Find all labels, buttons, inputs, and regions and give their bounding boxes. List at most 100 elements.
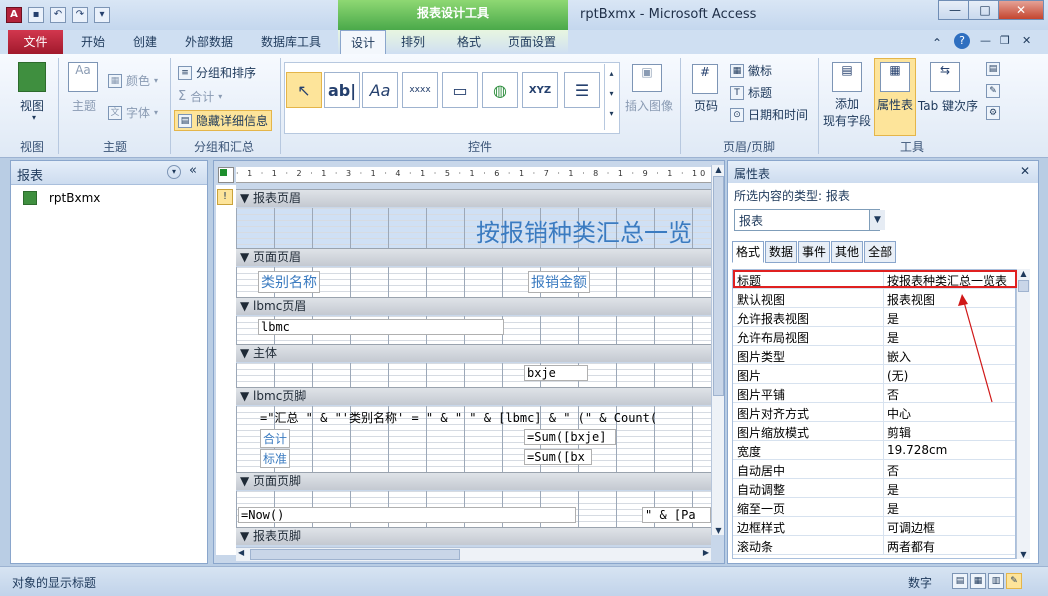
- report-selector[interactable]: [218, 167, 234, 183]
- collapse-ribbon-icon[interactable]: ⌃: [932, 36, 942, 50]
- property-row[interactable]: 图片缩放模式 剪辑: [733, 422, 1015, 441]
- tab-page-setup[interactable]: 页面设置: [498, 30, 566, 54]
- property-value[interactable]: 中心: [887, 405, 911, 422]
- tab-event-props[interactable]: 事件: [798, 241, 831, 263]
- close-button[interactable]: ✕: [998, 0, 1044, 20]
- option-group-icon[interactable]: XYZ: [522, 72, 558, 108]
- view-code-icon[interactable]: ✎: [986, 84, 1000, 98]
- expr-page[interactable]: " & [Pa: [642, 507, 711, 523]
- add-existing-fields-button[interactable]: 添加 现有字段: [820, 96, 874, 130]
- label-control-icon[interactable]: Aa: [362, 72, 398, 108]
- property-row[interactable]: 边框样式 可调边框: [733, 517, 1015, 536]
- minimize-button[interactable]: —: [938, 0, 972, 20]
- property-value[interactable]: 19.728cm: [887, 443, 947, 457]
- hide-details-button[interactable]: ▤ 隐藏详细信息: [174, 110, 273, 131]
- report-title-label[interactable]: 按报销种类汇总一览: [476, 213, 692, 248]
- nav-item-rptbxmx[interactable]: rptBxmx: [49, 191, 100, 205]
- section-report-header[interactable]: ▼ 报表页眉: [236, 189, 711, 207]
- designer-vertical-scrollbar[interactable]: ▲ ▼: [711, 165, 724, 535]
- fonts-button[interactable]: 文字体 ▾: [108, 104, 158, 121]
- field-bxje[interactable]: bxje: [524, 365, 588, 381]
- section-page-footer[interactable]: ▼ 页面页脚: [236, 472, 711, 490]
- warning-icon[interactable]: !: [217, 189, 233, 205]
- mdi-close-icon[interactable]: ✕: [1022, 34, 1031, 47]
- help-icon[interactable]: ?: [954, 33, 970, 49]
- selection-combo[interactable]: 报表 ▼: [734, 209, 885, 231]
- tab-control-icon[interactable]: ▭: [442, 72, 478, 108]
- page-break-icon[interactable]: ☰: [564, 72, 600, 108]
- tab-external-data[interactable]: 外部数据: [175, 30, 243, 54]
- property-value[interactable]: 是: [887, 310, 899, 327]
- tab-home[interactable]: 开始: [68, 30, 118, 54]
- property-scroll-thumb[interactable]: [1018, 280, 1029, 292]
- insert-image-button[interactable]: 插入图像: [622, 97, 676, 114]
- property-value[interactable]: 可调边框: [887, 519, 935, 536]
- hscroll-thumb[interactable]: [250, 549, 460, 560]
- textbox-control-icon[interactable]: ab|: [324, 72, 360, 108]
- select-pointer-icon[interactable]: ↖: [286, 72, 322, 108]
- access-app-icon[interactable]: A: [6, 7, 22, 23]
- logo-button[interactable]: ▦ 徽标: [730, 62, 772, 79]
- property-value[interactable]: 两者都有: [887, 538, 935, 555]
- themes-button[interactable]: 主题: [64, 97, 104, 114]
- customize-qat-icon[interactable]: ▾: [94, 7, 110, 23]
- section-report-footer[interactable]: ▼ 报表页脚: [236, 527, 711, 545]
- property-value[interactable]: 否: [887, 386, 899, 403]
- tab-order-button[interactable]: Tab 键次序: [916, 97, 980, 114]
- property-row[interactable]: 宽度 19.728cm: [733, 441, 1015, 460]
- property-value[interactable]: 是: [887, 329, 899, 346]
- property-value[interactable]: 剪辑: [887, 424, 911, 441]
- design-view-icon[interactable]: ✎: [1006, 573, 1022, 589]
- button-control-icon[interactable]: xxxx: [402, 72, 438, 108]
- tab-create[interactable]: 创建: [120, 30, 170, 54]
- subreport-icon[interactable]: ▤: [986, 62, 1000, 76]
- expr-sum-1[interactable]: =Sum([bxje]: [524, 429, 616, 445]
- mdi-minimize-icon[interactable]: —: [980, 34, 991, 47]
- group-sort-button[interactable]: ≡ 分组和排序: [178, 64, 256, 81]
- convert-macros-icon[interactable]: ⚙: [986, 106, 1000, 120]
- property-scrollbar[interactable]: ▲ ▼: [1016, 269, 1030, 559]
- scroll-thumb[interactable]: [713, 176, 724, 396]
- title-button[interactable]: T 标题: [730, 84, 772, 101]
- report-view-icon[interactable]: ▤: [952, 573, 968, 589]
- page-numbers-button[interactable]: 页码: [686, 97, 726, 114]
- view-button[interactable]: 视图: [12, 97, 52, 114]
- property-value[interactable]: 报表视图: [887, 291, 935, 308]
- mdi-restore-icon[interactable]: ❐: [1000, 34, 1010, 47]
- undo-icon[interactable]: ↶: [50, 7, 66, 23]
- tab-database-tools[interactable]: 数据库工具: [250, 30, 332, 54]
- date-time-button[interactable]: ⊙ 日期和时间: [730, 106, 808, 123]
- tab-arrange[interactable]: 排列: [390, 30, 436, 54]
- totals-button[interactable]: Σ 合计 ▾: [178, 88, 222, 105]
- label-amount[interactable]: 报销金额: [528, 271, 590, 293]
- redo-icon[interactable]: ↷: [72, 7, 88, 23]
- property-row[interactable]: 缩至一页 是: [733, 498, 1015, 517]
- layout-view-icon[interactable]: ▥: [988, 573, 1004, 589]
- tab-other-props[interactable]: 其他: [831, 241, 864, 263]
- section-group-header[interactable]: ▼ lbmc页眉: [236, 297, 711, 315]
- expr-now[interactable]: =Now(): [238, 507, 576, 523]
- close-icon[interactable]: ✕: [1020, 164, 1030, 178]
- tab-data-props[interactable]: 数据: [765, 241, 798, 263]
- property-value[interactable]: (无): [887, 367, 908, 384]
- tab-format[interactable]: 格式: [446, 30, 492, 54]
- property-value[interactable]: 是: [887, 481, 899, 498]
- tab-file[interactable]: 文件: [8, 30, 63, 54]
- colors-button[interactable]: ▦ 颜色 ▾: [108, 72, 158, 89]
- hyperlink-globe-icon[interactable]: ◍: [482, 72, 518, 108]
- property-row[interactable]: 自动居中 否: [733, 460, 1015, 479]
- section-group-footer[interactable]: ▼ lbmc页脚: [236, 387, 711, 405]
- label-standard[interactable]: 标准: [260, 449, 291, 468]
- label-total[interactable]: 合计: [260, 429, 291, 448]
- property-row[interactable]: 滚动条 两者都有: [733, 536, 1015, 555]
- print-preview-icon[interactable]: ▦: [970, 573, 986, 589]
- tab-all-props[interactable]: 全部: [864, 241, 897, 263]
- nav-menu-icon[interactable]: ▾: [167, 165, 181, 179]
- tab-format-props[interactable]: 格式: [732, 241, 765, 263]
- label-category-name[interactable]: 类别名称: [258, 271, 320, 293]
- section-detail[interactable]: ▼ 主体: [236, 344, 711, 362]
- save-icon[interactable]: ▪: [28, 7, 44, 23]
- chevron-down-icon[interactable]: ▼: [869, 210, 885, 230]
- expr-sum-2[interactable]: =Sum([bx: [524, 449, 592, 465]
- tab-design[interactable]: 设计: [340, 30, 386, 55]
